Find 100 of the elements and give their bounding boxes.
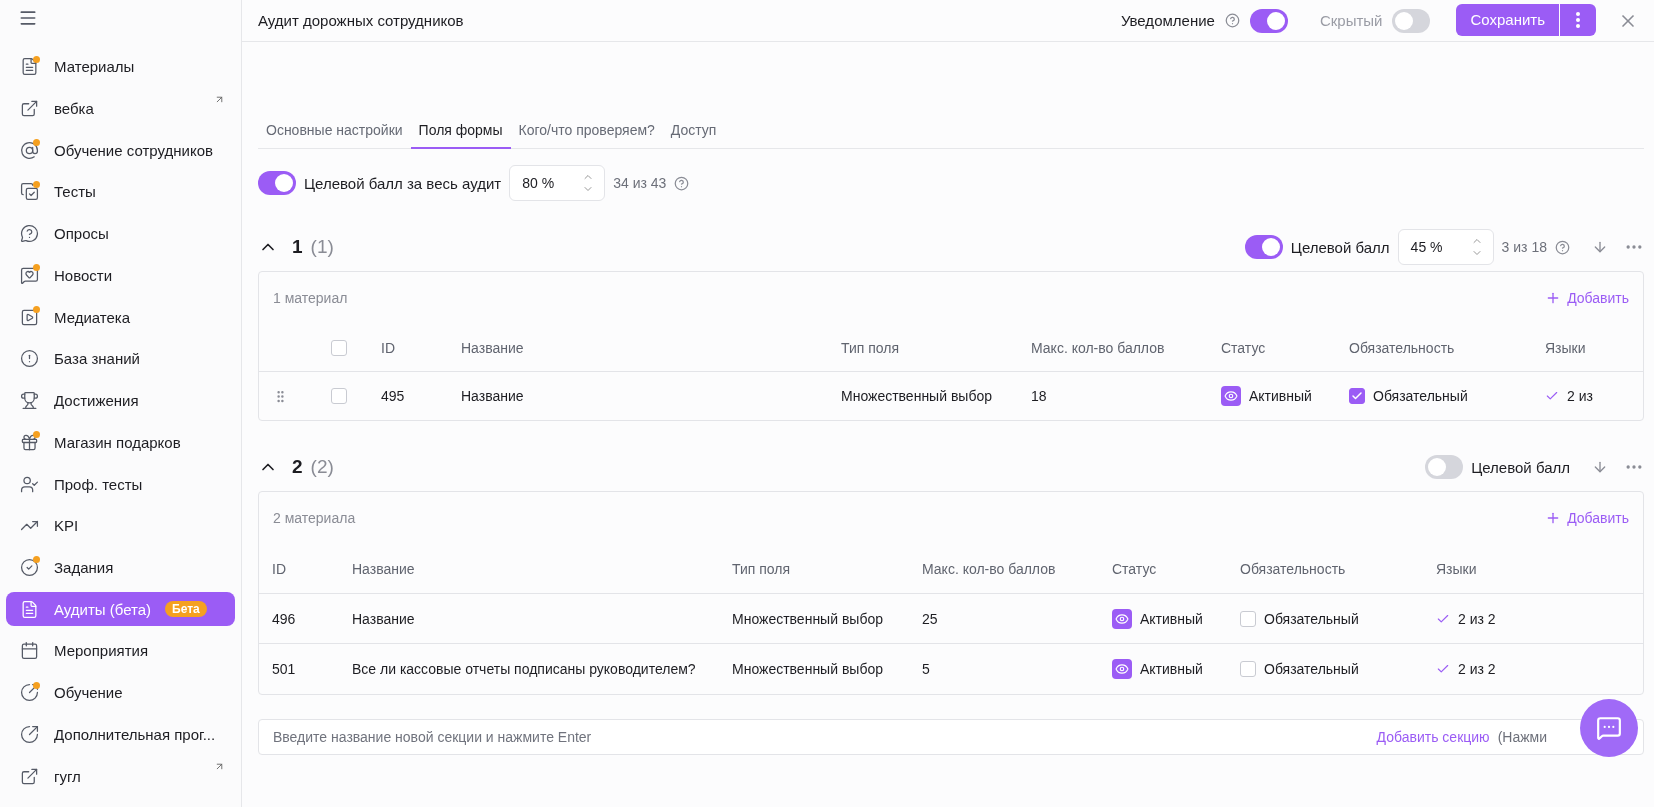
target-score-field[interactable]: 80 % [509,165,606,201]
column-header: Обязательность [1240,560,1347,577]
sidebar-icon [18,723,40,746]
toggle-switch[interactable] [1425,455,1464,479]
hidden-label: Скрытый [1319,12,1383,29]
table-cell-text: 501 [272,661,297,677]
help-icon[interactable] [674,175,690,191]
sidebar-item[interactable]: Обучение сотрудников [6,133,235,167]
section-number: 2 [292,456,303,478]
column-header: Статус [1112,560,1158,577]
notification-toggle[interactable] [1249,8,1288,33]
materials-count: 2 материала [273,510,356,526]
sidebar-icon [18,264,40,287]
move-down-icon[interactable] [1592,459,1608,475]
more-options-button[interactable] [1560,3,1596,36]
sidebar-icon [18,681,40,704]
sidebar-item[interactable]: вебка [6,91,235,126]
notification-label: Уведомление [1120,12,1215,29]
column-header: Языки [1545,339,1587,356]
hint-text: (Нажми [1497,729,1547,745]
column-header: Тип поля [841,339,901,356]
column-header: Макс. кол-во баллов [922,560,1057,577]
save-button[interactable]: Сохранить [1456,3,1559,36]
toggle-switch[interactable] [258,171,296,195]
sidebar-item[interactable]: Дополнительная прог... [6,717,235,752]
column-header: Языки [1436,560,1478,577]
column-header: Обязательность [1349,339,1456,356]
target-label: Целевой балл [1290,238,1390,256]
column-header: ID [381,339,396,356]
required-label: Обязательный [1264,610,1359,627]
sidebar-item[interactable]: Задания [6,550,235,585]
sidebar-icon [18,347,40,370]
checkmark-icon [1351,390,1363,402]
sidebar-icon [18,389,40,412]
sidebar-item[interactable]: База знаний [6,341,235,376]
sidebar-item[interactable]: Проф. тесты [6,467,235,501]
help-icon[interactable] [1555,239,1570,255]
column-header: ID [272,560,287,577]
table-cell-text: Множественный выбор [732,661,884,677]
sidebar-item[interactable]: Медиатека [6,300,235,334]
sidebar-item[interactable]: Мероприятия [6,634,235,668]
table-cell-text: Название [461,388,525,404]
required-checkbox[interactable] [1240,661,1256,677]
score-count: 34 из 43 [613,175,667,191]
table-cell-text: 5 [922,661,931,677]
add-link[interactable]: Добавить [1545,510,1629,526]
tab[interactable]: Доступ [662,114,725,149]
sidebar-item[interactable]: Опросы [6,216,235,251]
section-count: (2) [310,456,334,477]
sidebar-item[interactable]: KPI [6,508,235,543]
sidebar-item[interactable]: Достижения [6,383,235,418]
add-section-link[interactable]: Добавить секцию [1376,729,1490,745]
column-header: Название [352,560,416,577]
vertical-dots-icon [1576,11,1580,28]
move-down-icon[interactable] [1592,239,1608,255]
beta-badge: Бета [165,601,207,618]
sidebar-icon [18,139,40,162]
required-label: Обязательный [1264,661,1359,677]
tab[interactable]: Основные настройки [258,114,411,149]
tab[interactable]: Кого/что проверяем? [510,114,663,149]
section-count: (1) [310,236,334,257]
sidebar-icon [18,180,40,203]
table-cell-text: Множественный выбор [732,610,884,627]
sidebar-icon [18,556,40,579]
required-label: Обязательный [1373,388,1468,404]
page-title: Аудит дорожных сотрудников [258,12,465,29]
select-all-checkbox[interactable] [331,339,347,356]
status-text: Активный [1140,610,1203,627]
column-header: Макс. кол-во баллов [1031,339,1166,356]
tab[interactable]: Поля формы [410,114,511,149]
row-checkbox[interactable] [331,388,347,404]
status-text: Активный [1140,661,1203,677]
table-cell-text: 25 [922,610,939,627]
sidebar-item[interactable]: гугл [6,759,235,794]
chat-button[interactable] [1580,699,1638,757]
eye-icon [1221,386,1241,406]
sidebar-item[interactable]: Тесты [6,175,235,209]
status-text: Активный [1249,388,1312,404]
table-cell-text: 495 [381,388,406,404]
languages-count: 2 из 2 [1458,661,1496,677]
required-checkbox[interactable] [1240,610,1256,627]
sidebar-item[interactable]: Магазин подарков [6,425,235,460]
check-icon [1545,389,1559,403]
table-cell-text: 496 [272,610,297,627]
eye-icon [1112,608,1132,629]
materials-count: 1 материал [273,290,348,306]
toggle-switch[interactable] [1244,235,1283,259]
check-icon [1436,662,1450,676]
required-checkbox[interactable] [1349,388,1365,404]
languages-count: 2 из [1567,388,1593,404]
target-score-field[interactable]: 45 % [1397,229,1494,265]
sidebar-item[interactable]: Обучение [6,675,235,710]
help-icon[interactable] [1224,13,1240,28]
sidebar-item[interactable]: Аудиты (бета) Бета [6,592,235,627]
table-cell-text: 18 [1031,388,1048,404]
sidebar-item[interactable]: Новости [6,258,235,293]
add-link[interactable]: Добавить [1545,290,1629,306]
new-section-field[interactable]: Введите название новой секции и нажмите Enter Добавить секцию (Нажми [258,719,1644,755]
sidebar-item[interactable]: Материалы [6,49,235,84]
hidden-toggle[interactable] [1392,8,1431,33]
